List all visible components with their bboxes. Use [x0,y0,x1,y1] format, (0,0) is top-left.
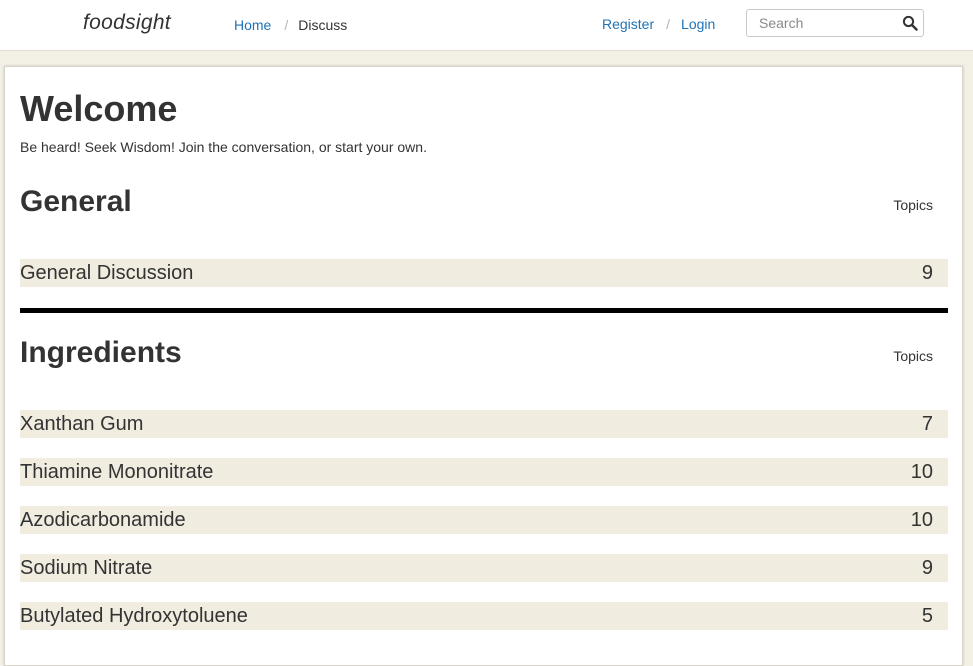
forum-name[interactable]: Sodium Nitrate [20,557,152,580]
forum-name[interactable]: General Discussion [20,262,193,285]
topics-column-header: Topics [893,197,933,213]
topic-count: 9 [921,262,933,284]
content-panel: Welcome Be heard! Seek Wisdom! Join the … [4,66,963,666]
breadcrumb-separator: / [284,17,289,33]
topic-count: 7 [921,413,933,435]
brand-logo[interactable]: foodsight [83,11,171,35]
breadcrumb: Home / Discuss [234,17,347,33]
topics-column-header: Topics [893,348,933,364]
forum-row-azodicarbonamide[interactable]: Azodicarbonamide 10 [20,506,948,534]
forum-name[interactable]: Azodicarbonamide [20,509,186,532]
topic-count: 10 [910,461,933,483]
search-icon[interactable] [902,15,918,31]
page-subtitle: Be heard! Seek Wisdom! Join the conversa… [20,139,427,155]
forum-row-butylated-hydroxytoluene[interactable]: Butylated Hydroxytoluene 5 [20,602,948,630]
topic-count: 10 [910,509,933,531]
forum-row-sodium-nitrate[interactable]: Sodium Nitrate 9 [20,554,948,582]
forum-row-xanthan-gum[interactable]: Xanthan Gum 7 [20,410,948,438]
topic-count: 5 [921,605,933,627]
topic-count: 9 [921,557,933,579]
forum-name[interactable]: Thiamine Mononitrate [20,461,213,484]
section-title: Ingredients [20,336,182,369]
top-navbar: foodsight Home / Discuss Register / Logi… [0,0,973,51]
section-title: General [20,185,132,218]
page-title: Welcome [20,88,178,129]
breadcrumb-home-link[interactable]: Home [234,17,271,33]
breadcrumb-current: Discuss [298,17,348,33]
login-link[interactable]: Login [681,16,715,32]
search-input[interactable] [747,10,909,36]
forum-name[interactable]: Butylated Hydroxytoluene [20,605,248,628]
forum-name[interactable]: Xanthan Gum [20,413,143,436]
search-box [746,9,924,37]
forum-row-thiamine-mononitrate[interactable]: Thiamine Mononitrate 10 [20,458,948,486]
auth-separator: / [666,16,671,32]
register-link[interactable]: Register [602,16,654,32]
auth-links: Register / Login [602,16,715,32]
section-divider [20,308,948,313]
forum-row-general-discussion[interactable]: General Discussion 9 [20,259,948,287]
